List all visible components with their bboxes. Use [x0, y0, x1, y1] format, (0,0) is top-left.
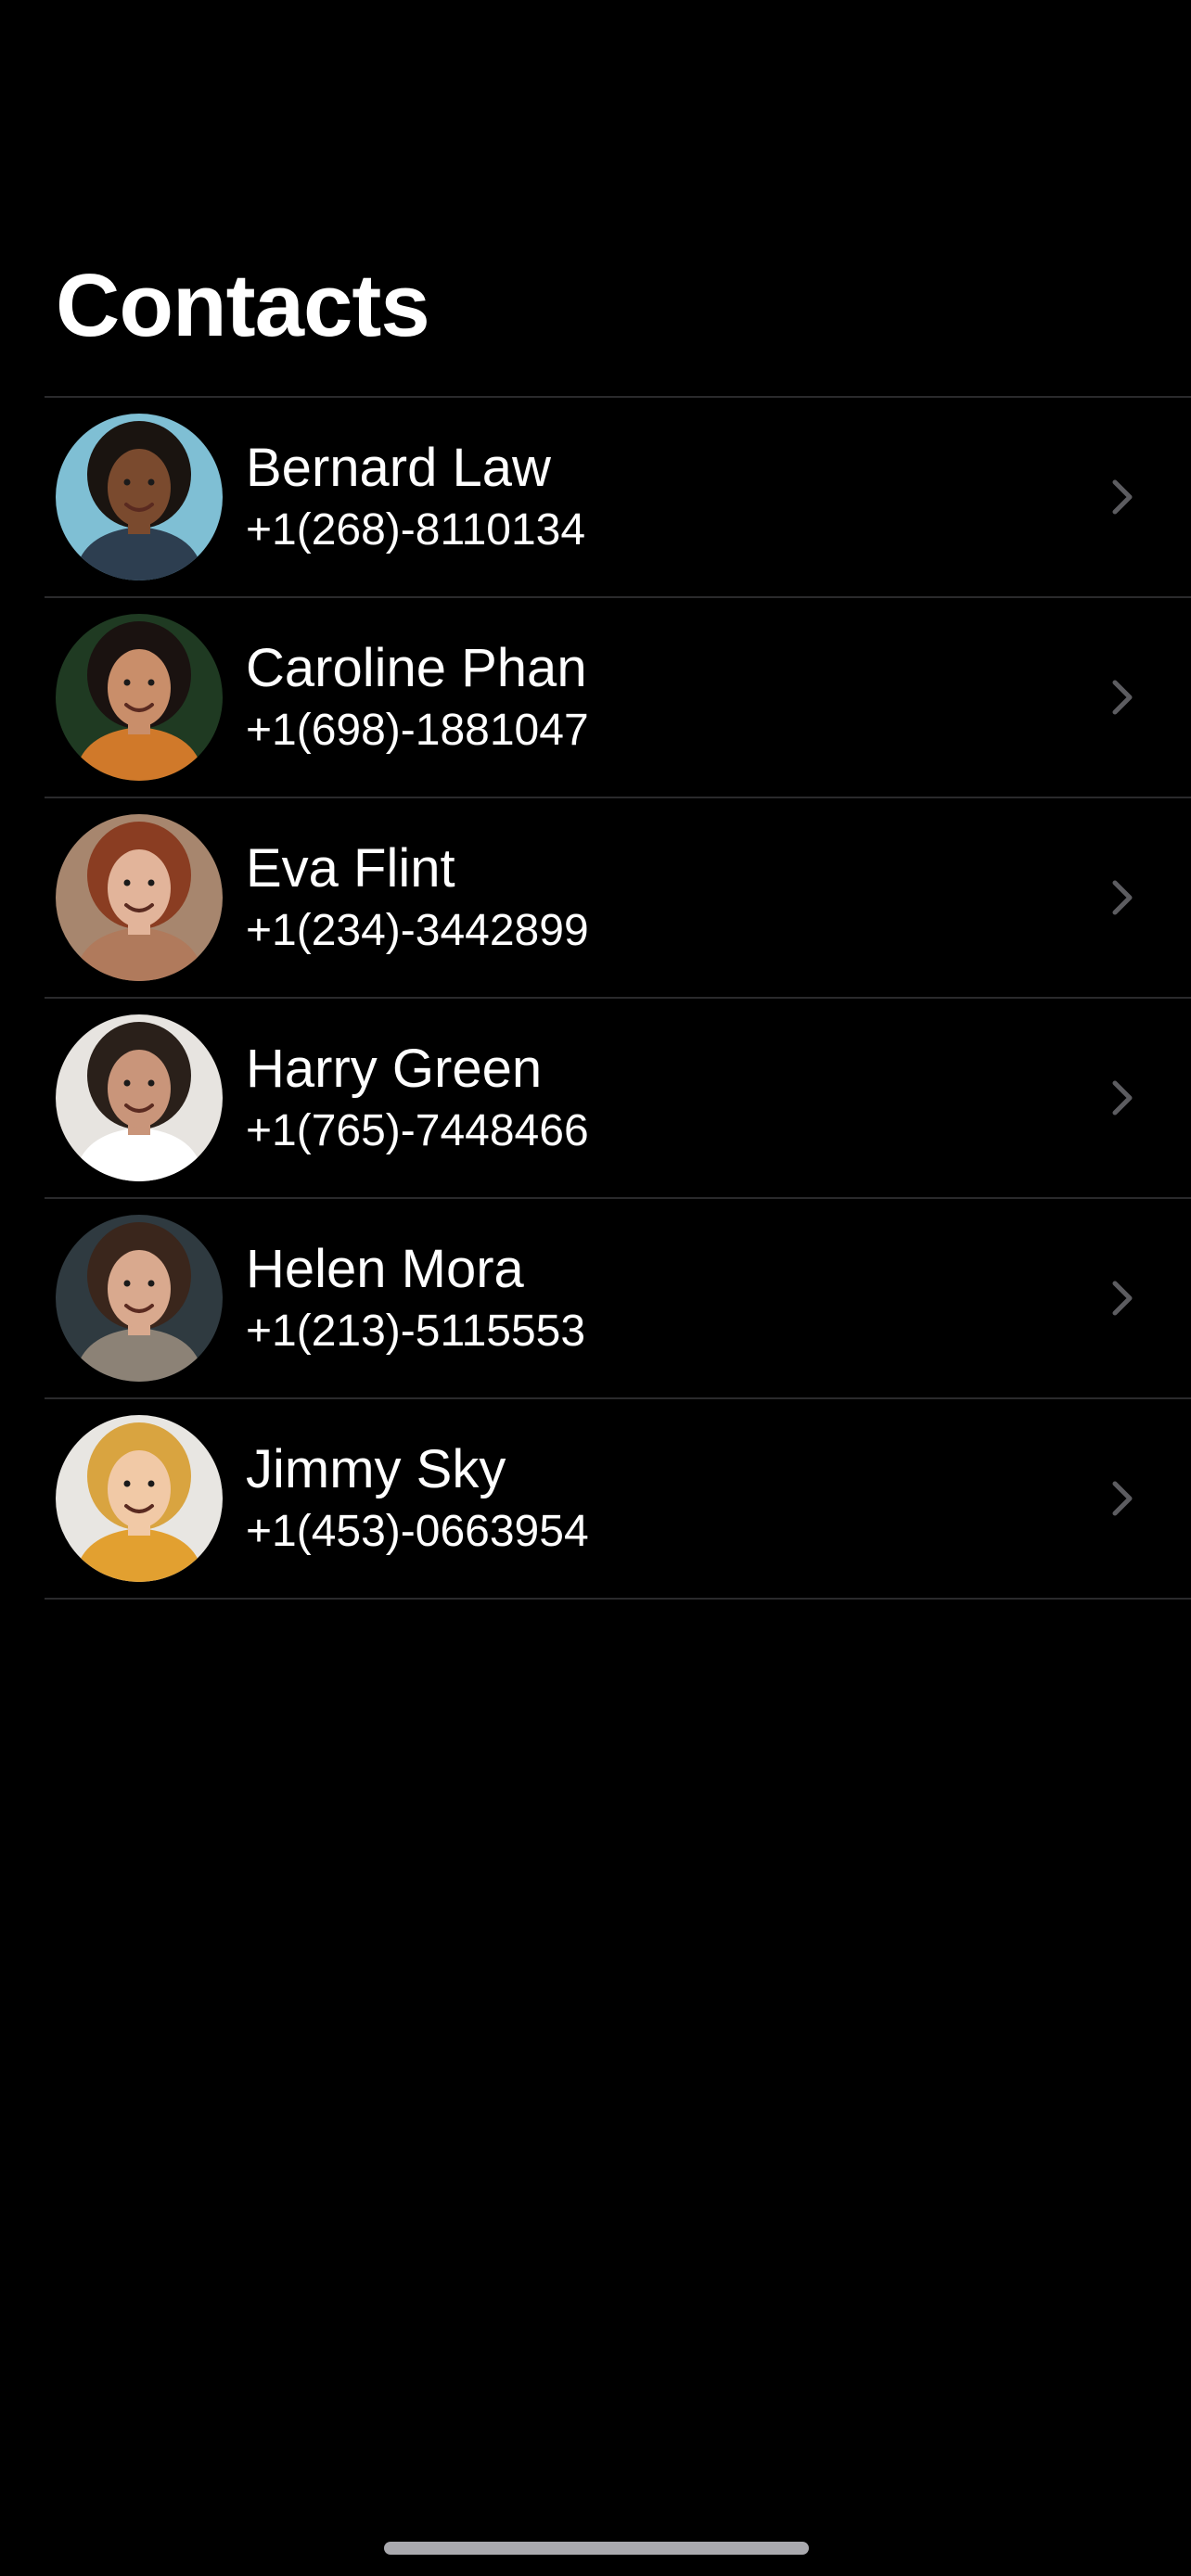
person-photo-bernard — [56, 414, 223, 580]
contact-name: Helen Mora — [246, 1239, 524, 1299]
contact-phone: +1(765)-7448466 — [246, 1106, 589, 1155]
person-photo-harry — [56, 1014, 223, 1181]
person-photo-jimmy — [56, 1415, 223, 1582]
contact-name: Caroline Phan — [246, 638, 587, 698]
chevron-right-icon — [1112, 1481, 1133, 1516]
chevron-right-icon — [1112, 680, 1133, 715]
home-indicator[interactable] — [384, 2542, 809, 2555]
chevron-right-icon — [1112, 1281, 1133, 1316]
contact-name: Bernard Law — [246, 438, 551, 498]
chevron-right-icon — [1112, 1080, 1133, 1116]
person-photo-caroline — [56, 614, 223, 781]
contact-phone: +1(213)-5115553 — [246, 1307, 586, 1356]
avatar — [56, 1215, 223, 1382]
chevron-right-icon — [1112, 479, 1133, 515]
chevron-right-icon — [1112, 880, 1133, 915]
person-photo-eva — [56, 814, 223, 981]
contact-phone: +1(698)-1881047 — [246, 706, 589, 755]
contact-name: Eva Flint — [246, 838, 455, 899]
contact-phone: +1(453)-0663954 — [246, 1507, 589, 1556]
person-photo-helen — [56, 1215, 223, 1382]
contact-phone: +1(234)-3442899 — [246, 906, 589, 955]
contacts-list: Bernard Law +1(268)-8110134 Caroline Pha… — [45, 396, 1191, 1600]
avatar — [56, 1415, 223, 1582]
avatar — [56, 814, 223, 981]
contact-row[interactable]: Jimmy Sky +1(453)-0663954 — [45, 1399, 1191, 1600]
avatar — [56, 614, 223, 781]
contact-row[interactable]: Eva Flint +1(234)-3442899 — [45, 798, 1191, 999]
contact-row[interactable]: Caroline Phan +1(698)-1881047 — [45, 598, 1191, 798]
contact-name: Jimmy Sky — [246, 1439, 506, 1499]
page-title: Contacts — [56, 256, 430, 355]
avatar — [56, 414, 223, 580]
contact-name: Harry Green — [246, 1039, 543, 1099]
contact-row[interactable]: Harry Green +1(765)-7448466 — [45, 999, 1191, 1199]
avatar — [56, 1014, 223, 1181]
contact-phone: +1(268)-8110134 — [246, 505, 586, 555]
contact-row[interactable]: Helen Mora +1(213)-5115553 — [45, 1199, 1191, 1399]
contact-row[interactable]: Bernard Law +1(268)-8110134 — [45, 398, 1191, 598]
